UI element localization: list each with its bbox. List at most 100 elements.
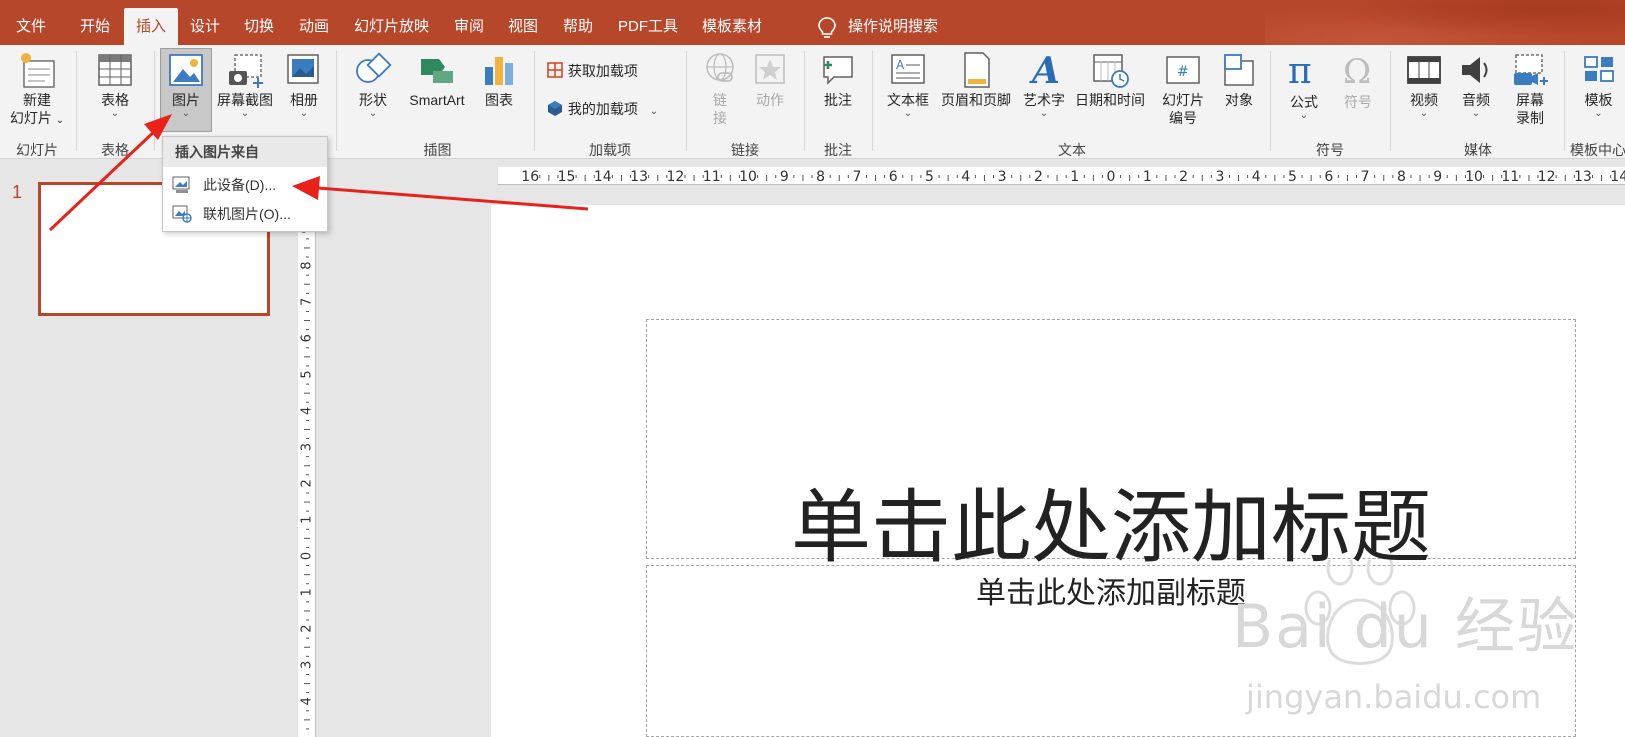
tab-home[interactable]: 开始 [68, 8, 122, 45]
title-placeholder[interactable]: 单击此处添加标题 [646, 319, 1576, 574]
photo-album-icon [287, 54, 319, 84]
chart-button[interactable]: 图表 [473, 49, 525, 119]
header-footer-button[interactable]: 页眉和页脚 [936, 49, 1016, 119]
slide-canvas[interactable]: 单击此处添加标题 单击此处添加副标题 [491, 205, 1625, 737]
ruler-tick [1410, 175, 1412, 178]
template-icon [1583, 56, 1614, 82]
table-button[interactable]: 表格 ⌄ [82, 49, 148, 137]
link-button[interactable]: 链 接 [696, 49, 744, 137]
group-separator [1564, 51, 1565, 151]
chart-icon [485, 57, 513, 85]
video-button[interactable]: 视频 ⌄ [1398, 49, 1450, 137]
ruler-tick [1020, 175, 1022, 181]
comment-button[interactable]: 批注 [810, 49, 866, 119]
ruler-tick [304, 610, 310, 612]
shapes-label: 形状 [359, 92, 387, 108]
ruler-tick [1564, 175, 1566, 181]
tab-review[interactable]: 审阅 [442, 8, 496, 45]
template-button[interactable]: 模板 ⌄ [1572, 49, 1625, 137]
ruler-tick [304, 646, 310, 648]
ruler-tick-label: 13 [1574, 169, 1592, 184]
film-icon [1407, 56, 1441, 84]
ruler-tick-label: 1 [1143, 169, 1152, 184]
tab-template-materials[interactable]: 模板素材 [690, 8, 774, 45]
tab-animations[interactable]: 动画 [287, 8, 341, 45]
smartart-icon [421, 59, 453, 83]
object-button[interactable]: 对象 [1214, 49, 1264, 119]
menu-item-this-device[interactable]: 此设备(D)... [163, 171, 327, 199]
audio-label: 音频 [1462, 92, 1490, 108]
group-label-template-center: 模板中心 [1570, 142, 1625, 158]
audio-button[interactable]: 音频 ⌄ [1450, 49, 1502, 137]
equation-button[interactable]: π 公式 ⌄ [1276, 49, 1332, 137]
new-slide-label-1: 新建 [23, 92, 51, 108]
smartart-label: SmartArt [409, 92, 465, 108]
photo-album-button[interactable]: 相册 ⌄ [278, 49, 330, 137]
tab-view[interactable]: 视图 [496, 8, 550, 45]
svg-text:π: π [1288, 51, 1312, 92]
tab-pdf-tools[interactable]: PDF工具 [606, 8, 690, 45]
ruler-tick [983, 175, 985, 181]
ruler-tick [720, 175, 722, 178]
tab-help[interactable]: 帮助 [551, 8, 605, 45]
ruler-tick [306, 601, 309, 603]
group-separator [1270, 51, 1271, 151]
ruler-tick-label: 14 [1610, 169, 1625, 184]
group-label-slides: 幻灯片 [16, 142, 58, 158]
ruler-tick [304, 574, 310, 576]
new-slide-button[interactable]: 新建 幻灯片 ⌄ [4, 49, 70, 137]
ruler-tick [1419, 175, 1421, 181]
wordart-button[interactable]: A 艺术字 ⌄ [1016, 49, 1072, 137]
ruler-tick [865, 175, 867, 178]
ruler-tick-label: 4 [300, 407, 315, 415]
online-pictures-icon [172, 205, 192, 223]
tab-transitions[interactable]: 切换 [232, 8, 286, 45]
ruler-tick-label: 5 [925, 169, 934, 184]
get-addins-button[interactable]: 获取加载项 [546, 60, 638, 82]
group-label-comments: 批注 [824, 142, 852, 158]
subtitle-placeholder[interactable]: 单击此处添加副标题 [646, 565, 1576, 737]
tab-slideshow[interactable]: 幻灯片放映 [342, 8, 441, 45]
textbox-label: 文本框 [887, 92, 929, 108]
addin-cube-icon [548, 101, 562, 116]
menu-item-online-pictures[interactable]: 联机图片(O)... [163, 200, 327, 228]
smartart-button[interactable]: SmartArt [401, 49, 473, 119]
tell-me-label: 操作说明搜索 [848, 18, 939, 35]
ruler-tick [956, 175, 958, 178]
ruler-tick [306, 583, 309, 585]
pictures-button[interactable]: 图片 ⌄ [160, 48, 212, 132]
tab-design[interactable]: 设计 [178, 8, 232, 45]
ruler-tick [306, 710, 309, 712]
textbox-button[interactable]: A 文本框 ⌄ [880, 49, 936, 137]
slide-number-button[interactable]: # 幻灯片 编号 [1152, 49, 1214, 137]
ruler-tick [1265, 175, 1267, 178]
ruler-tick-label: 1 [300, 588, 315, 596]
ruler-tick [1192, 175, 1194, 178]
ruler-tick [829, 175, 831, 178]
screenshot-button[interactable]: 屏幕截图 ⌄ [212, 49, 278, 137]
ruler-tick [306, 329, 309, 331]
screen-recording-button[interactable]: 屏幕 录制 [1502, 49, 1558, 137]
ruler-tick [1374, 175, 1376, 178]
ruler-tick-label: 3 [1215, 169, 1224, 184]
shapes-button[interactable]: 形状 ⌄ [345, 49, 401, 137]
my-addins-button[interactable]: 我的加载项 ⌄ [546, 98, 658, 120]
ruler-tick [306, 673, 309, 675]
photo-album-label: 相册 [290, 92, 318, 108]
ruler-tick [1383, 175, 1385, 181]
chevron-down-icon: ⌄ [1039, 108, 1049, 119]
store-icon [547, 62, 563, 78]
ruler-tick [875, 175, 877, 181]
my-addins-label: 我的加载项 [567, 101, 638, 117]
screen-recording-label-1: 屏幕 [1516, 92, 1544, 108]
svg-text:A: A [896, 58, 905, 72]
symbol-button[interactable]: Ω 符号 [1332, 49, 1384, 119]
action-button[interactable]: 动作 [746, 49, 794, 119]
tab-file[interactable]: 文件 [4, 8, 58, 45]
ruler-tick-label: 4 [961, 169, 970, 184]
action-star-icon [755, 54, 785, 84]
ruler-tick [729, 175, 731, 181]
tab-insert[interactable]: 插入 [124, 8, 179, 45]
group-label-links: 链接 [731, 142, 759, 158]
datetime-button[interactable]: 日期和时间 [1070, 49, 1150, 119]
